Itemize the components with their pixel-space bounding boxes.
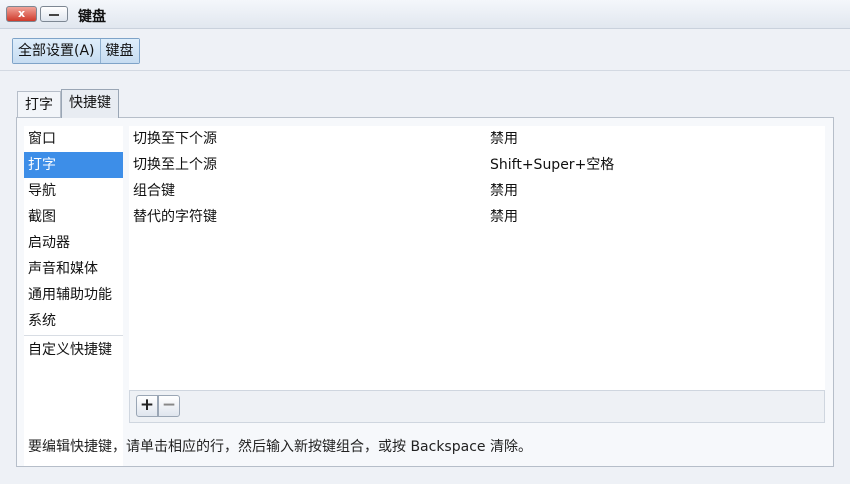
shortcut-name: 切换至下个源 — [133, 131, 217, 147]
shortcut-row[interactable]: 替代的字符键 禁用 — [129, 204, 825, 230]
minus-icon: − — [161, 395, 177, 415]
category-divider — [24, 335, 123, 336]
shortcut-category-list: 窗口 打字 导航 截图 启动器 声音和媒体 通用辅助功能 系统 自定义快捷键 — [24, 126, 123, 466]
category-item-screenshots[interactable]: 截图 — [24, 204, 123, 230]
category-item-windows[interactable]: 窗口 — [24, 126, 123, 152]
shortcut-row[interactable]: 组合键 禁用 — [129, 178, 825, 204]
plus-icon: + — [139, 395, 155, 415]
list-toolbar: + − — [129, 390, 825, 423]
close-icon: x — [17, 7, 26, 20]
shortcut-accelerator: 禁用 — [490, 131, 518, 147]
shortcut-name: 切换至上个源 — [133, 157, 217, 173]
category-item-sound-media[interactable]: 声音和媒体 — [24, 256, 123, 282]
category-item-navigation[interactable]: 导航 — [24, 178, 123, 204]
shortcut-name: 组合键 — [133, 183, 175, 199]
shortcut-accelerator: 禁用 — [490, 209, 518, 225]
add-shortcut-button[interactable]: + — [136, 395, 158, 417]
breadcrumb-keyboard[interactable]: 键盘 — [99, 39, 139, 63]
category-item-typing[interactable]: 打字 — [24, 152, 123, 178]
shortcut-row[interactable]: 切换至上个源 Shift+Super+空格 — [129, 152, 825, 178]
category-item-system[interactable]: 系统 — [24, 308, 123, 334]
category-item-custom[interactable]: 自定义快捷键 — [24, 337, 123, 363]
category-item-launchers[interactable]: 启动器 — [24, 230, 123, 256]
shortcut-list: 切换至下个源 禁用 切换至上个源 Shift+Super+空格 组合键 禁用 替… — [129, 126, 825, 390]
shortcut-name: 替代的字符键 — [133, 209, 217, 225]
shortcut-row[interactable]: 切换至下个源 禁用 — [129, 126, 825, 152]
window-title: 键盘 — [78, 9, 106, 25]
shortcut-accelerator: 禁用 — [490, 183, 518, 199]
tab-shortcuts[interactable]: 快捷键 — [61, 89, 119, 118]
breadcrumb: 全部设置(A) 键盘 — [12, 38, 140, 64]
shortcut-accelerator: Shift+Super+空格 — [490, 157, 615, 173]
remove-shortcut-button[interactable]: − — [158, 395, 180, 417]
header-divider — [0, 70, 850, 71]
breadcrumb-all-settings[interactable]: 全部设置(A) — [13, 39, 100, 63]
close-window-button[interactable]: x — [6, 6, 37, 22]
tab-typing[interactable]: 打字 — [17, 91, 61, 117]
help-text: 要编辑快捷键，请单击相应的行，然后输入新按键组合，或按 Backspace 清除… — [28, 439, 532, 455]
category-item-accessibility[interactable]: 通用辅助功能 — [24, 282, 123, 308]
title-bar: x 键盘 — [0, 0, 850, 29]
minimize-window-button[interactable] — [40, 6, 68, 22]
